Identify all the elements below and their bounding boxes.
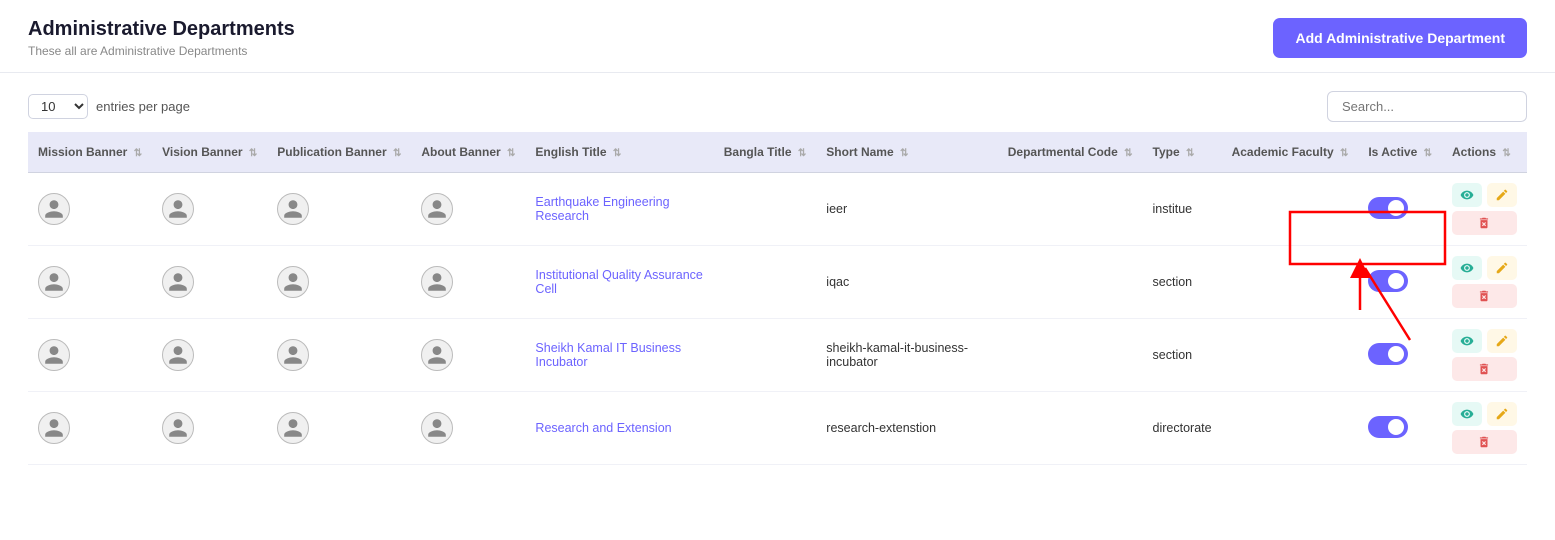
delete-button[interactable] <box>1452 211 1517 235</box>
short-name: ieer <box>816 173 997 246</box>
page-title: Administrative Departments <box>28 18 295 41</box>
entries-per-page-label: entries per page <box>96 99 190 114</box>
departments-table: Mission Banner ⇅ Vision Banner ⇅ Publica… <box>28 132 1527 465</box>
edit-button[interactable] <box>1487 329 1517 353</box>
add-department-button[interactable]: Add Administrative Department <box>1273 18 1527 58</box>
academic-faculty <box>1222 246 1359 319</box>
about-banner-avatar <box>421 266 453 298</box>
english-title: Earthquake Engineering Research <box>535 195 669 223</box>
action-buttons <box>1452 329 1517 381</box>
col-bangla-title: Bangla Title ⇅ <box>714 132 817 173</box>
english-title: Research and Extension <box>535 421 671 435</box>
delete-button[interactable] <box>1452 284 1517 308</box>
short-name: iqac <box>816 246 997 319</box>
about-banner-avatar <box>421 193 453 225</box>
edit-button[interactable] <box>1487 183 1517 207</box>
col-publication-banner: Publication Banner ⇅ <box>267 132 411 173</box>
about-banner-avatar <box>421 412 453 444</box>
table-row: Institutional Quality Assurance Cell iqac… <box>28 246 1527 319</box>
entries-per-page-select[interactable]: 10 25 50 100 <box>28 94 88 119</box>
vision-banner-avatar <box>162 339 194 371</box>
col-about-banner: About Banner ⇅ <box>411 132 525 173</box>
edit-button[interactable] <box>1487 256 1517 280</box>
short-name: sheikh-kamal-it-business-incubator <box>816 319 997 392</box>
departmental-code <box>998 392 1143 465</box>
action-buttons <box>1452 183 1517 235</box>
departmental-code <box>998 173 1143 246</box>
mission-banner-avatar <box>38 193 70 225</box>
col-academic-faculty: Academic Faculty ⇅ <box>1222 132 1359 173</box>
mission-banner-avatar <box>38 266 70 298</box>
english-title: Institutional Quality Assurance Cell <box>535 268 702 296</box>
type: section <box>1143 246 1222 319</box>
is-active-toggle[interactable] <box>1368 197 1408 219</box>
col-short-name: Short Name ⇅ <box>816 132 997 173</box>
action-buttons <box>1452 256 1517 308</box>
departmental-code <box>998 319 1143 392</box>
vision-banner-avatar <box>162 412 194 444</box>
publication-banner-avatar <box>277 266 309 298</box>
view-button[interactable] <box>1452 402 1482 426</box>
col-departmental-code: Departmental Code ⇅ <box>998 132 1143 173</box>
col-mission-banner: Mission Banner ⇅ <box>28 132 152 173</box>
col-type: Type ⇅ <box>1143 132 1222 173</box>
type: section <box>1143 319 1222 392</box>
publication-banner-avatar <box>277 412 309 444</box>
type: institue <box>1143 173 1222 246</box>
delete-button[interactable] <box>1452 357 1517 381</box>
col-english-title: English Title ⇅ <box>525 132 713 173</box>
english-title: Sheikh Kamal IT Business Incubator <box>535 341 681 369</box>
delete-button[interactable] <box>1452 430 1517 454</box>
is-active-toggle[interactable] <box>1368 416 1408 438</box>
search-input[interactable] <box>1327 91 1527 122</box>
edit-button[interactable] <box>1487 402 1517 426</box>
bangla-title <box>714 392 817 465</box>
bangla-title <box>714 173 817 246</box>
view-button[interactable] <box>1452 256 1482 280</box>
academic-faculty <box>1222 392 1359 465</box>
view-button[interactable] <box>1452 183 1482 207</box>
table-row: Sheikh Kamal IT Business Incubator sheikh… <box>28 319 1527 392</box>
departmental-code <box>998 246 1143 319</box>
action-buttons <box>1452 402 1517 454</box>
vision-banner-avatar <box>162 193 194 225</box>
academic-faculty <box>1222 173 1359 246</box>
publication-banner-avatar <box>277 193 309 225</box>
bangla-title <box>714 319 817 392</box>
is-active-toggle[interactable] <box>1368 270 1408 292</box>
type: directorate <box>1143 392 1222 465</box>
vision-banner-avatar <box>162 266 194 298</box>
page-subtitle: These all are Administrative Departments <box>28 44 295 58</box>
col-vision-banner: Vision Banner ⇅ <box>152 132 267 173</box>
mission-banner-avatar <box>38 339 70 371</box>
mission-banner-avatar <box>38 412 70 444</box>
is-active-toggle[interactable] <box>1368 343 1408 365</box>
table-row: Research and Extension research-extenstio… <box>28 392 1527 465</box>
table-row: Earthquake Engineering Research ieer insti… <box>28 173 1527 246</box>
academic-faculty <box>1222 319 1359 392</box>
view-button[interactable] <box>1452 329 1482 353</box>
bangla-title <box>714 246 817 319</box>
publication-banner-avatar <box>277 339 309 371</box>
col-actions: Actions ⇅ <box>1442 132 1527 173</box>
short-name: research-extenstion <box>816 392 997 465</box>
col-is-active: Is Active ⇅ <box>1358 132 1442 173</box>
about-banner-avatar <box>421 339 453 371</box>
